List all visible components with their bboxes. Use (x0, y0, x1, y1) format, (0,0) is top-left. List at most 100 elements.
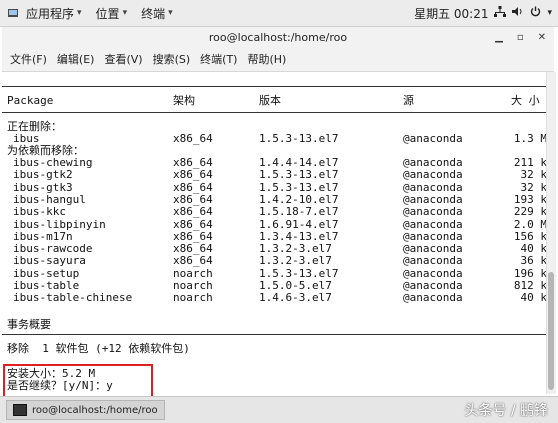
places-menu[interactable]: 位置 ▾ (96, 5, 128, 22)
table-row: ibus-sayura x86_64 1.3.2-3.el7 @anaconda 36 … (7, 254, 546, 267)
remove-summary: 移除 1 软件包 (+12 依赖软件包) (7, 342, 190, 355)
row-name: ibus-table (13, 279, 80, 292)
top-panel: 应用程序 ▾ 位置 ▾ 终端 ▾ 星期五 00:21 ▾ (0, 0, 558, 27)
chevron-down-icon[interactable]: ▾ (547, 8, 552, 18)
row-arch: x86_64 (173, 156, 213, 169)
panel-status-area: 星期五 00:21 ▾ (414, 0, 552, 26)
row-name: ibus-sayura (13, 254, 86, 268)
volume-icon[interactable] (512, 6, 524, 20)
row-repo: @anaconda (403, 180, 463, 194)
row-version: 1.4.4-14.el7 (259, 156, 339, 169)
row-size: 32 k (520, 180, 547, 194)
row-size: 156 k (513, 229, 546, 243)
maximize-icon[interactable]: ▫ (517, 32, 524, 43)
minimize-icon[interactable]: ▁ (495, 32, 503, 43)
clock[interactable]: 星期五 00:21 (414, 5, 488, 22)
row-arch: x86_64 (173, 217, 213, 231)
close-icon[interactable]: ✕ (538, 32, 546, 43)
applications-menu[interactable]: 应用程序 ▾ (26, 5, 82, 22)
taskbar-terminal-label: roo@localhost:/home/roo (32, 404, 158, 416)
menu-edit[interactable]: 编辑(E) (57, 51, 95, 67)
row-arch: x86_64 (173, 254, 213, 268)
row-version: 1.5.3-13.el7 (259, 132, 339, 145)
divider (2, 334, 546, 335)
terminal-app-menu[interactable]: 终端 ▾ (141, 5, 173, 22)
row-size: 229 k (513, 205, 546, 219)
row-repo: @anaconda (403, 291, 463, 305)
row-repo: @anaconda (403, 192, 463, 206)
row-size: 1.3 M (513, 132, 546, 145)
header-repo: 源 (403, 94, 414, 107)
row-version: 1.3.2-3.el7 (259, 254, 332, 268)
row-name: ibus-m17n (13, 229, 73, 243)
row-size: 32 k (520, 168, 547, 182)
row-repo: @anaconda (403, 266, 463, 280)
table-row: ibus-kkc x86_64 1.5.18-7.el7 @anaconda 229 k (7, 205, 546, 218)
taskbar-terminal-button[interactable]: roo@localhost:/home/roo (6, 400, 165, 420)
terminal-app-label: 终端 (141, 6, 166, 21)
chevron-down-icon: ▾ (77, 8, 82, 18)
table-row: ibus-rawcode x86_64 1.3.2-3.el7 @anaconda 40… (7, 242, 546, 255)
summary-title: 事务概要 (7, 318, 51, 331)
row-version: 1.3.4-13.el7 (259, 229, 339, 243)
divider (2, 86, 546, 87)
window-titlebar[interactable]: roo@localhost:/home/roo ▁ ▫ ✕ (2, 27, 554, 47)
window-title: roo@localhost:/home/roo (208, 30, 348, 44)
terminal-icon (13, 404, 27, 416)
row-arch: noarch (173, 266, 213, 280)
menu-file[interactable]: 文件(F) (10, 51, 47, 67)
row-size: 193 k (513, 192, 546, 206)
row-repo: @anaconda (403, 132, 463, 145)
header-package: Package (7, 94, 54, 107)
row-arch: x86_64 (173, 192, 213, 206)
row-version: 1.4.6-3.el7 (259, 291, 332, 305)
row-repo: @anaconda (403, 254, 463, 268)
scrollbar-thumb[interactable] (548, 272, 554, 390)
menu-terminal[interactable]: 终端(T) (200, 51, 237, 67)
terminal-scrollbar[interactable] (546, 72, 556, 394)
applications-label: 应用程序 (26, 6, 75, 21)
applications-icon[interactable] (6, 6, 20, 20)
places-label: 位置 (95, 6, 120, 21)
row-name: ibus-setup (13, 266, 80, 280)
row-arch: x86_64 (173, 132, 213, 145)
row-repo: @anaconda (403, 156, 463, 169)
row-size: 812 k (513, 279, 546, 292)
terminal-output[interactable]: Package 架构 版本 源 大 小 正在删除： ibus x86_64 1.… (2, 72, 546, 394)
row-repo: @anaconda (403, 217, 463, 231)
chevron-down-icon: ▾ (122, 8, 128, 18)
divider (2, 112, 546, 113)
menu-help[interactable]: 帮助(H) (247, 51, 286, 67)
row-repo: @anaconda (403, 242, 463, 256)
row-name: ibus-kkc (13, 205, 66, 219)
header-version: 版本 (259, 94, 281, 107)
table-row: ibus-gtk2 x86_64 1.5.3-13.el7 @anaconda 32 k (7, 168, 546, 181)
row-arch: noarch (173, 291, 213, 305)
row-arch: noarch (173, 279, 213, 292)
row-version: 1.5.0-5.el7 (259, 279, 332, 292)
row-version: 1.5.18-7.el7 (259, 205, 339, 219)
table-row: ibus-gtk3 x86_64 1.5.3-13.el7 @anaconda 32 k (7, 181, 546, 194)
row-name: ibus-gtk3 (13, 180, 73, 194)
row-name: ibus-rawcode (13, 242, 93, 256)
row-size: 2.0 M (513, 217, 546, 231)
row-arch: x86_64 (173, 168, 213, 182)
row-arch: x86_64 (173, 242, 213, 256)
row-size: 40 k (520, 242, 547, 256)
row-version: 1.6.91-4.el7 (259, 217, 339, 231)
watermark: 头条号 / 鹏锋 (464, 403, 548, 419)
window-controls: ▁ ▫ ✕ (495, 27, 546, 47)
row-version: 1.5.3-13.el7 (259, 180, 339, 194)
network-icon[interactable] (494, 6, 507, 20)
row-arch: x86_64 (173, 180, 213, 194)
power-icon[interactable] (530, 6, 541, 20)
row-version: 1.4.2-10.el7 (259, 192, 339, 206)
menu-view[interactable]: 查看(V) (104, 51, 142, 67)
menu-search[interactable]: 搜索(S) (153, 51, 191, 67)
row-repo: @anaconda (403, 279, 463, 292)
row-name: ibus-table-chinese (13, 291, 133, 305)
table-row: ibus-table-chinese noarch 1.4.6-3.el7 @anac… (7, 291, 546, 304)
table-row: ibus-setup noarch 1.5.3-13.el7 @anaconda 196… (7, 267, 546, 280)
table-row: ibus-table noarch 1.5.0-5.el7 @anaconda 812 … (7, 279, 546, 292)
row-name: ibus-hangul (13, 192, 86, 206)
